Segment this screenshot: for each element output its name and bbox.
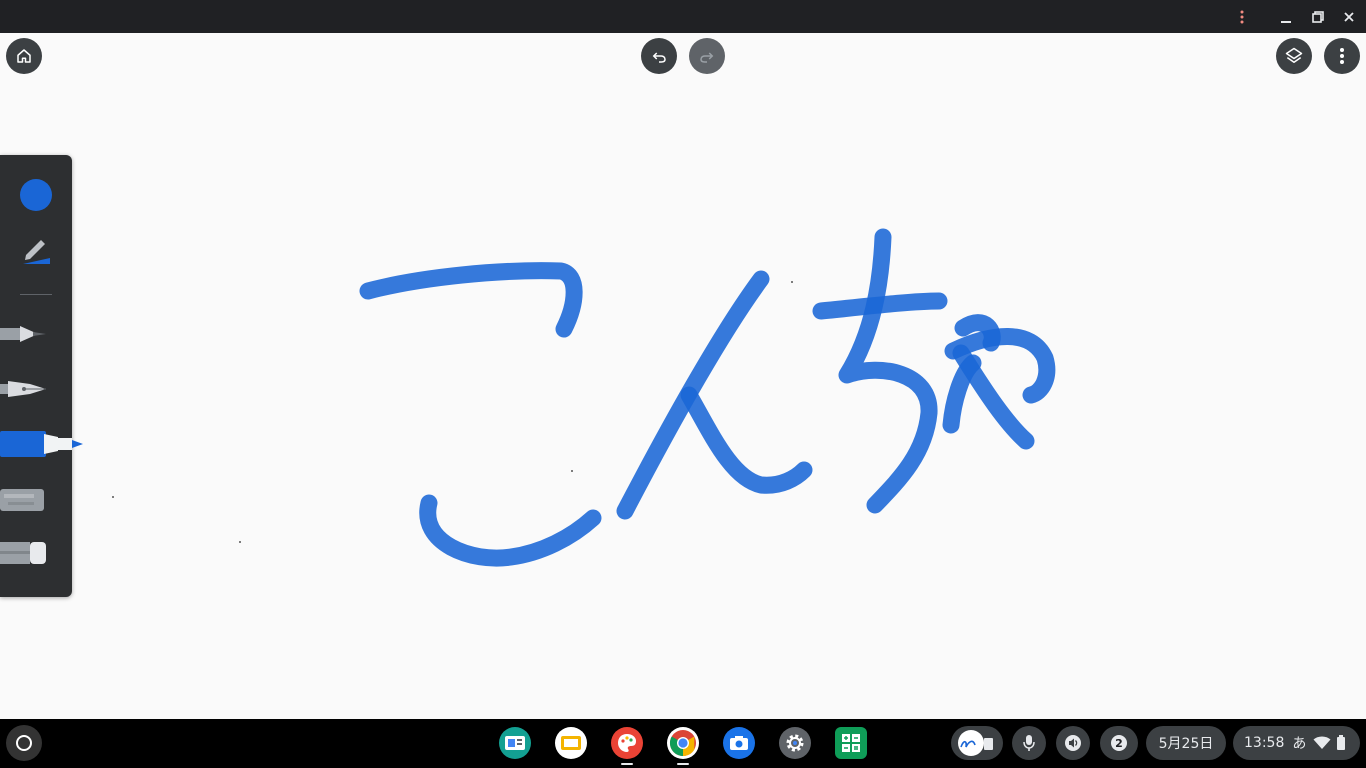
pencil-icon	[0, 326, 46, 342]
marker-icon	[0, 431, 83, 457]
layers-icon	[1285, 47, 1303, 63]
camera-app[interactable]	[723, 727, 755, 759]
clock-label: 13:58	[1244, 735, 1285, 751]
running-indicator	[677, 763, 689, 765]
launcher-circle-icon	[16, 735, 32, 751]
news-app[interactable]	[499, 727, 531, 759]
fountain-pen-icon	[0, 381, 46, 397]
chalk-icon	[0, 489, 44, 511]
stylus-tools-button[interactable]	[951, 726, 1003, 760]
pen-settings-icon	[23, 240, 50, 264]
paint-app[interactable]	[611, 727, 643, 759]
status-area[interactable]: 13:58 あ	[1233, 726, 1360, 760]
date-tray[interactable]: 5月25日	[1146, 726, 1226, 760]
dictation-button[interactable]	[1012, 726, 1046, 760]
canvas-menu-button[interactable]	[1324, 38, 1360, 74]
redo-icon	[700, 52, 714, 63]
pencil-tool[interactable]	[0, 320, 50, 352]
close-icon[interactable]	[1337, 5, 1361, 29]
chrome-icon	[669, 730, 696, 757]
slides-app[interactable]	[555, 727, 587, 759]
home-button[interactable]	[6, 38, 42, 74]
handwriting-strokes	[112, 228, 1056, 567]
minimize-icon[interactable]	[1274, 5, 1298, 29]
gear-icon	[786, 734, 804, 752]
calculator-app[interactable]	[835, 727, 867, 759]
home-icon	[17, 49, 31, 63]
color-picker-swatch[interactable]	[20, 179, 52, 211]
undo-button[interactable]	[641, 38, 677, 74]
settings-app[interactable]	[779, 727, 811, 759]
running-indicator	[621, 763, 633, 765]
more-vert-icon[interactable]	[1230, 5, 1254, 29]
calculator-icon	[842, 734, 860, 752]
microphone-icon	[1023, 735, 1035, 751]
redo-button[interactable]	[689, 38, 725, 74]
undo-icon	[652, 52, 666, 63]
tool-palette	[0, 155, 83, 597]
palette-icon	[618, 734, 636, 752]
layers-button[interactable]	[1276, 38, 1312, 74]
more-vert-icon	[1340, 48, 1344, 64]
eraser-icon	[0, 542, 46, 564]
speaker-icon	[1065, 735, 1081, 751]
launcher-button[interactable]	[6, 725, 42, 761]
select-to-speak-button[interactable]	[1056, 726, 1090, 760]
news-icon	[505, 736, 525, 750]
notification-counter[interactable]: 2	[1100, 726, 1138, 760]
slides-icon	[561, 736, 581, 750]
window-titlebar	[0, 0, 1366, 33]
stroke-settings-button[interactable]	[20, 233, 52, 271]
wifi-icon	[1313, 736, 1331, 749]
camera-icon	[730, 736, 748, 750]
marker-tool[interactable]	[0, 428, 84, 464]
date-label: 5月25日	[1158, 736, 1214, 752]
palette-divider	[20, 294, 52, 295]
drawing-canvas[interactable]	[1, 33, 1365, 719]
stylus-icon	[958, 730, 993, 756]
eraser-tool[interactable]	[0, 539, 50, 571]
notification-count-badge: 2	[1111, 735, 1127, 751]
ime-indicator: あ	[1292, 736, 1307, 752]
fountain-pen-tool[interactable]	[0, 375, 50, 407]
restore-icon[interactable]	[1306, 5, 1330, 29]
chalk-tool[interactable]	[0, 486, 50, 518]
battery-icon	[1337, 735, 1346, 750]
chrome-browser[interactable]	[667, 727, 699, 759]
